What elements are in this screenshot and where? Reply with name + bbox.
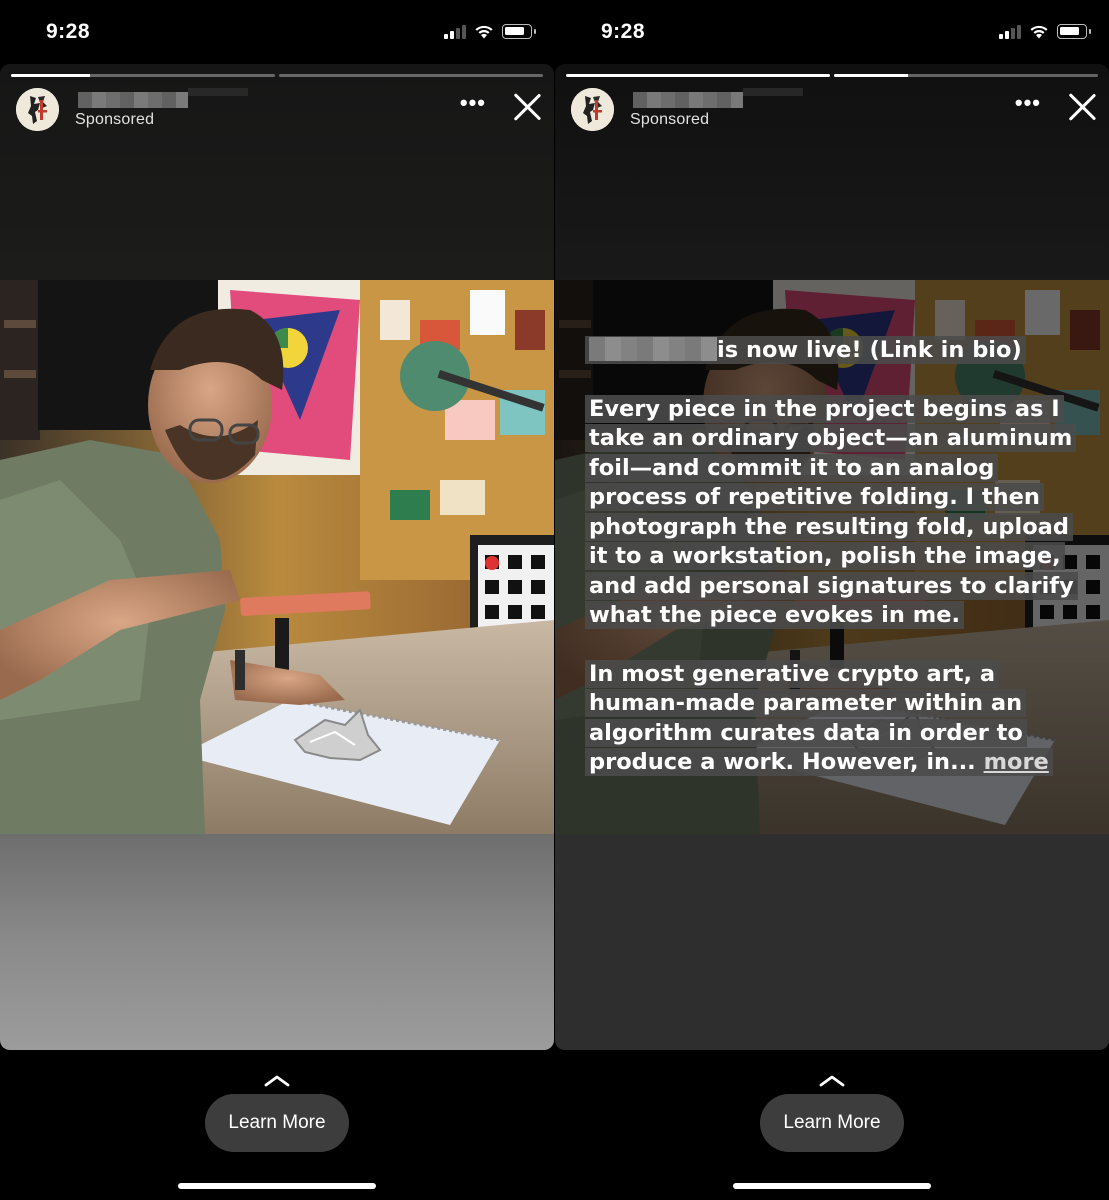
progress-segment (279, 74, 543, 77)
home-indicator (733, 1183, 931, 1189)
status-time: 9:28 (601, 20, 646, 43)
caption-paragraph-2: Every piece in the project begins as I t… (585, 394, 1085, 631)
story-screen-1: 9:28 Sponsored ••• Learn More (0, 0, 554, 1200)
story-screen-2: 9:28 Sponsored ••• is now live! (Link in… (555, 0, 1109, 1200)
caption-text: In most generative crypto art, a human-m… (589, 660, 1023, 776)
caption-more-link[interactable]: more (984, 749, 1049, 775)
learn-more-button[interactable]: Learn More (760, 1094, 904, 1152)
story-header: Sponsored ••• (571, 88, 1097, 134)
wifi-icon (1029, 24, 1049, 39)
progress-fill (834, 74, 908, 77)
status-bar: 9:28 (555, 0, 1109, 64)
battery-icon (1057, 24, 1091, 39)
story-bottom-fill (555, 834, 1109, 1050)
wifi-icon (474, 24, 494, 39)
redacted-account-name[interactable] (78, 88, 248, 108)
progress-segment (11, 74, 275, 77)
status-icons (444, 24, 536, 39)
close-icon[interactable] (512, 92, 542, 122)
redacted-project-name (589, 337, 717, 361)
more-options-button[interactable]: ••• (1015, 92, 1041, 114)
caption-paragraph-3: In most generative crypto art, a human-m… (585, 659, 1085, 778)
progress-fill (11, 74, 91, 77)
status-time: 9:28 (46, 20, 91, 43)
story-progress (566, 74, 1098, 77)
story-card[interactable]: Sponsored ••• is now live! (Link in bio)… (555, 64, 1109, 1050)
story-card[interactable]: Sponsored ••• (0, 64, 554, 1050)
more-options-button[interactable]: ••• (460, 92, 486, 114)
battery-icon (502, 24, 536, 39)
sponsored-label: Sponsored (630, 111, 710, 128)
progress-segment (834, 74, 1098, 77)
signal-icon (444, 24, 466, 39)
caption-live-text: is now live! (Link in bio) (717, 337, 1022, 363)
account-avatar[interactable] (16, 88, 59, 131)
account-avatar[interactable] (571, 88, 614, 131)
chevron-up-icon[interactable] (264, 1073, 290, 1087)
chevron-up-icon[interactable] (819, 1073, 845, 1087)
signal-icon (999, 24, 1021, 39)
story-photo (0, 280, 554, 834)
progress-segment (566, 74, 830, 77)
story-progress (11, 74, 543, 77)
caption-line-1: is now live! (Link in bio) (585, 336, 1085, 366)
close-icon[interactable] (1067, 92, 1097, 122)
redacted-account-name[interactable] (633, 88, 803, 108)
status-bar: 9:28 (0, 0, 554, 64)
home-indicator (178, 1183, 376, 1189)
status-icons (999, 24, 1091, 39)
sponsored-label: Sponsored (75, 111, 155, 128)
story-caption: is now live! (Link in bio) Every piece i… (585, 336, 1085, 807)
learn-more-button[interactable]: Learn More (205, 1094, 349, 1152)
story-header: Sponsored ••• (16, 88, 542, 134)
progress-fill (566, 74, 830, 77)
story-bottom-fill (0, 834, 554, 1050)
